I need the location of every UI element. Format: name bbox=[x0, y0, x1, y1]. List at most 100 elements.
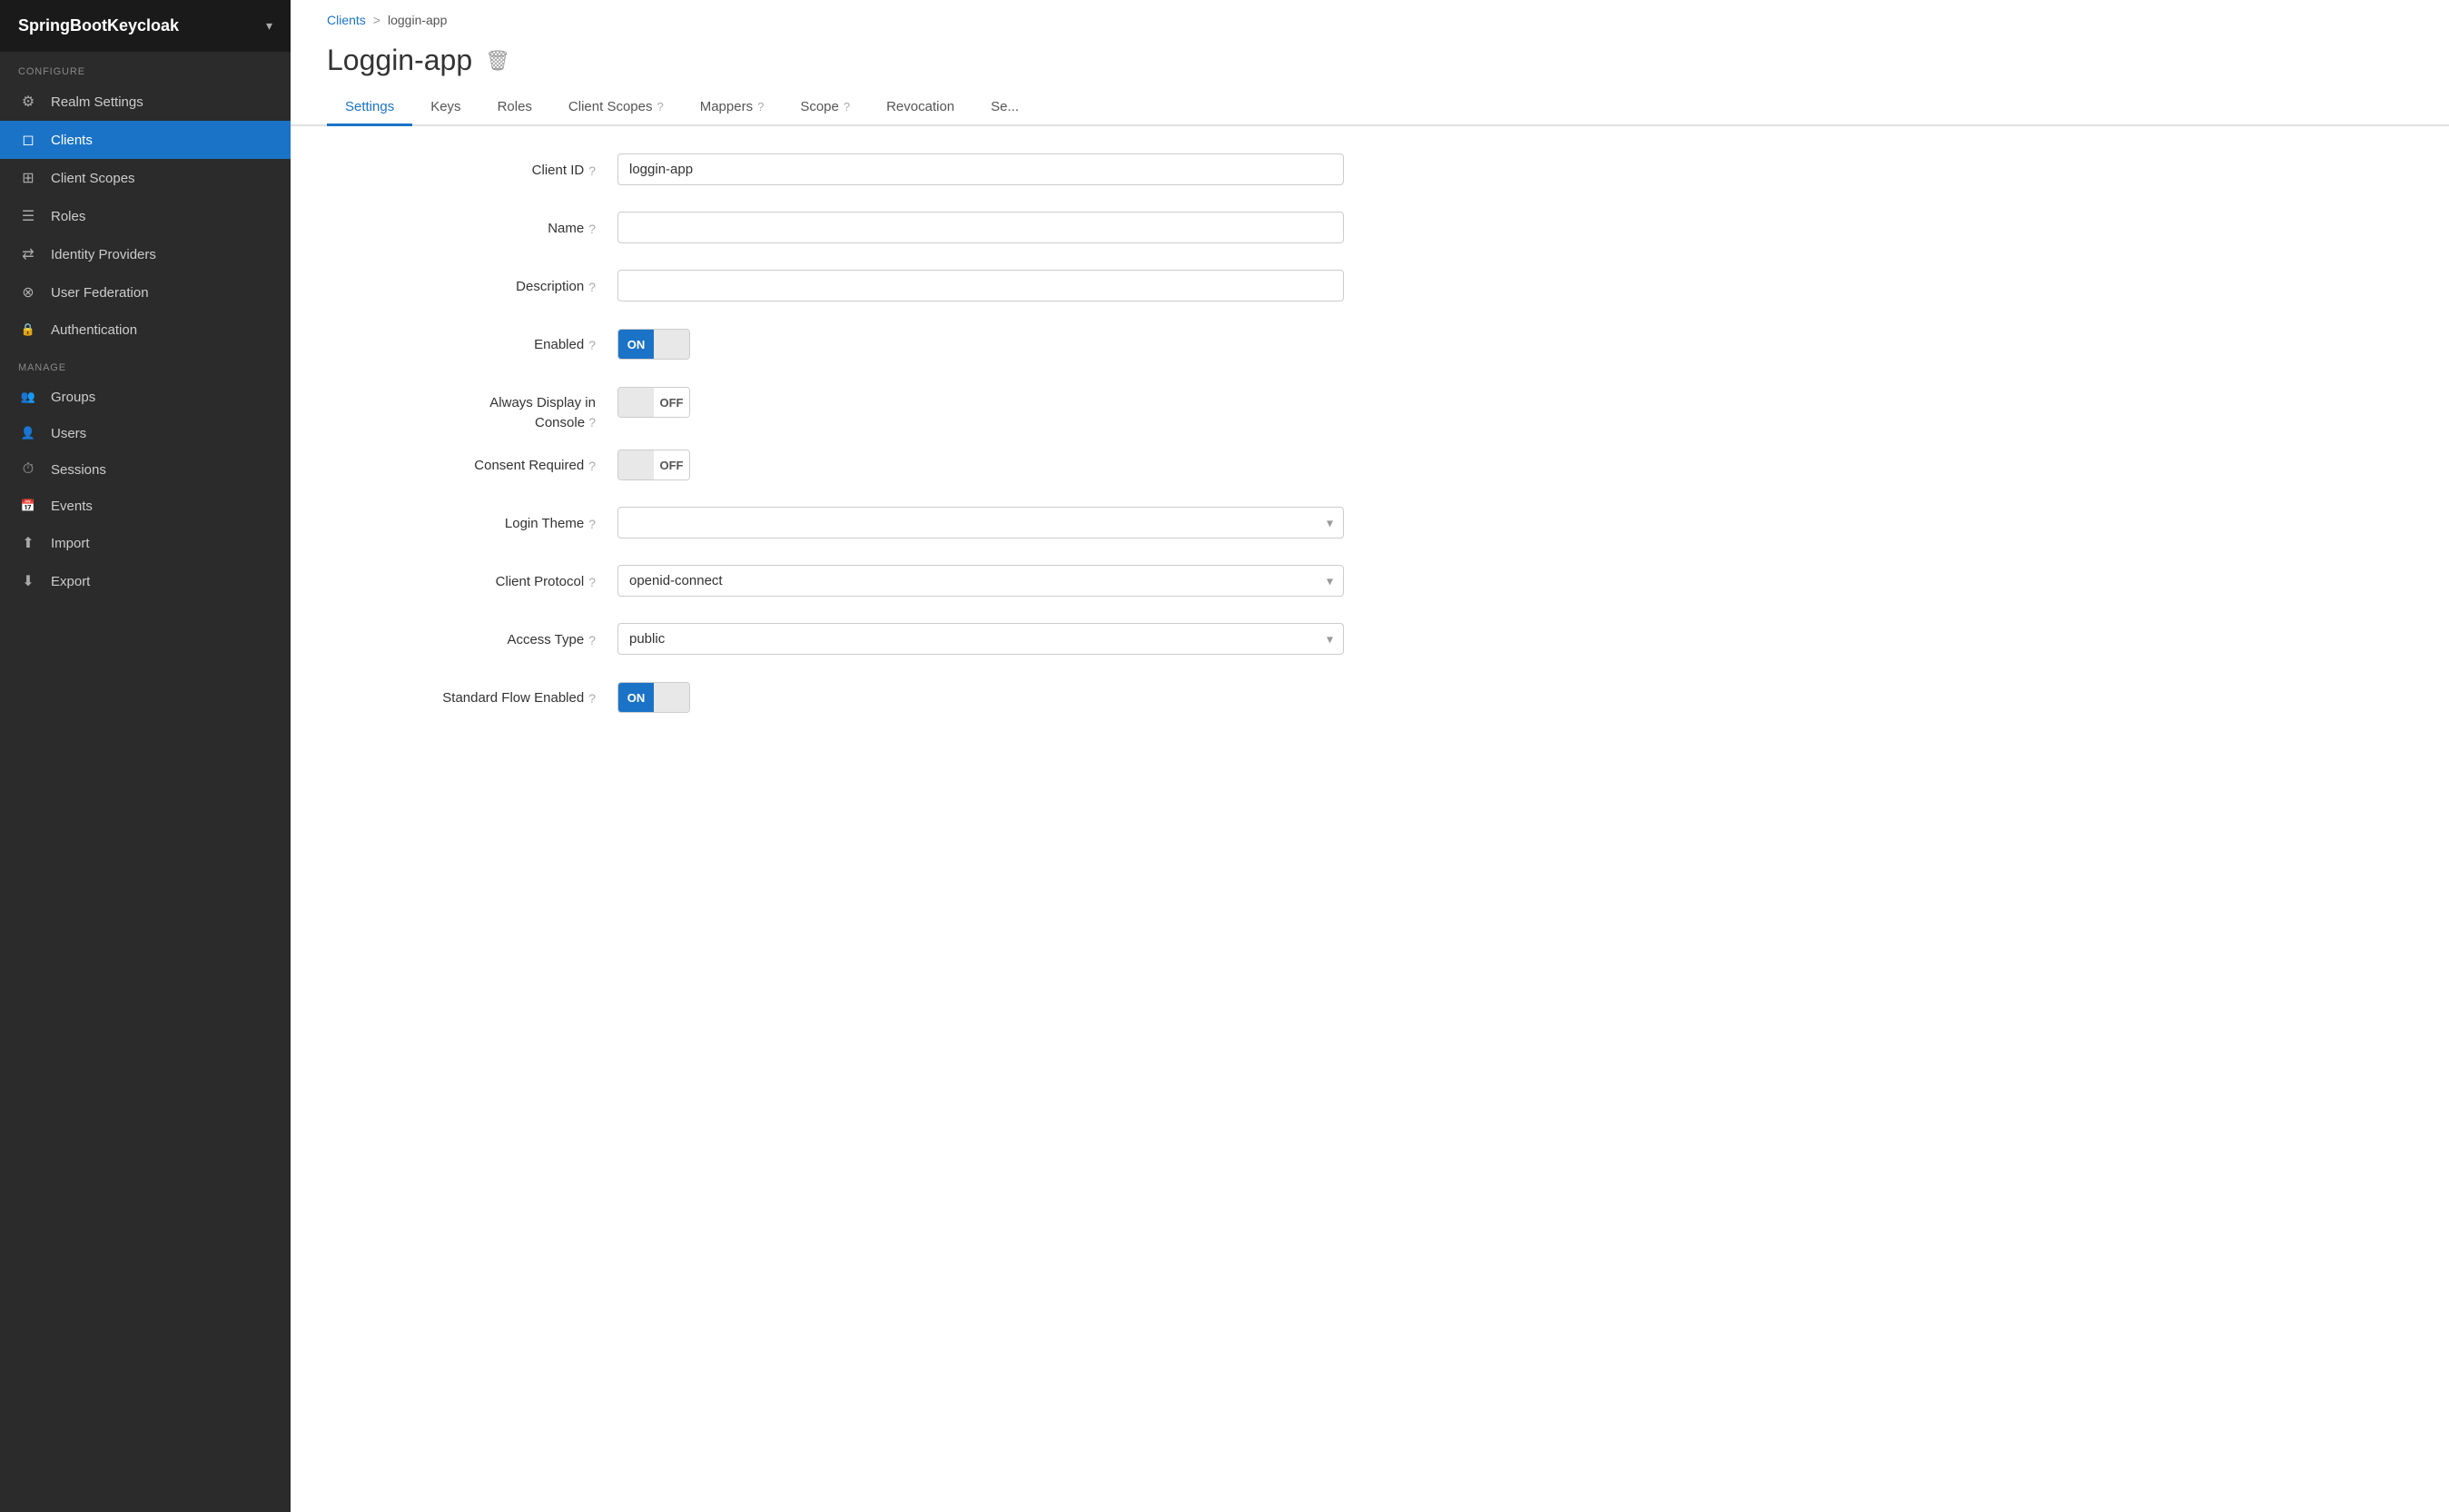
sidebar-item-client-scopes[interactable]: Client Scopes bbox=[0, 159, 291, 197]
always-display-in-console-toggle-switch[interactable]: OFF bbox=[617, 387, 690, 418]
enabled-toggle[interactable]: ON bbox=[617, 328, 1344, 361]
label-text: Client Protocol bbox=[496, 574, 585, 589]
sidebar-item-export[interactable]: Export bbox=[0, 562, 291, 600]
toggle-off-label bbox=[654, 330, 689, 359]
help-icon[interactable]: ? bbox=[588, 338, 596, 352]
form-control-enabled: ON bbox=[617, 328, 1344, 361]
events-icon bbox=[18, 498, 38, 514]
tab-roles[interactable]: Roles bbox=[479, 90, 550, 126]
form-label-always-display-in-console: Always Display in Console ? bbox=[327, 386, 617, 430]
sidebar-item-events[interactable]: Events bbox=[0, 488, 291, 524]
form-control-always-display-in-console: OFF bbox=[617, 386, 1344, 419]
access-type-select-wrap: publicconfidentialbearer-only▾ bbox=[617, 623, 1344, 655]
login-theme-select[interactable]: keycloakbase bbox=[617, 507, 1344, 539]
tab-help-icon: ? bbox=[657, 100, 663, 114]
toggle-on-label bbox=[618, 388, 654, 417]
sidebar-item-identity-providers[interactable]: Identity Providers bbox=[0, 235, 291, 273]
sidebar-item-sessions[interactable]: Sessions bbox=[0, 451, 291, 488]
tab-client-scopes[interactable]: Client Scopes? bbox=[550, 90, 682, 126]
sidebar-item-authentication[interactable]: Authentication bbox=[0, 311, 291, 348]
sidebar-item-label: Users bbox=[51, 426, 86, 441]
form-row-enabled: Enabled ? ON bbox=[327, 328, 1344, 368]
sidebar-item-roles[interactable]: Roles bbox=[0, 197, 291, 235]
sidebar-item-user-federation[interactable]: User Federation bbox=[0, 273, 291, 311]
access-type-select[interactable]: publicconfidentialbearer-only bbox=[617, 623, 1344, 655]
form-row-description: Description ? bbox=[327, 270, 1344, 310]
form-control-client-id bbox=[617, 153, 1344, 185]
breadcrumb-parent[interactable]: Clients bbox=[327, 13, 366, 27]
realm-chevron-icon: ▾ bbox=[266, 18, 272, 34]
authentication-icon bbox=[18, 321, 38, 338]
form-label-enabled: Enabled ? bbox=[327, 328, 617, 352]
tab-sessions[interactable]: Se... bbox=[973, 90, 1037, 126]
login-theme-select-wrap: keycloakbase▾ bbox=[617, 507, 1344, 539]
sidebar-item-realm-settings[interactable]: Realm Settings bbox=[0, 83, 291, 121]
help-icon[interactable]: ? bbox=[588, 633, 596, 647]
tab-label: Scope bbox=[800, 99, 839, 114]
client-scopes-icon bbox=[18, 169, 38, 187]
tab-label: Revocation bbox=[886, 99, 954, 114]
toggle-off-label bbox=[654, 683, 689, 712]
sidebar-item-clients[interactable]: Clients bbox=[0, 121, 291, 159]
tab-label: Mappers bbox=[700, 99, 753, 114]
description-input[interactable] bbox=[617, 270, 1344, 301]
help-icon[interactable]: ? bbox=[588, 280, 596, 294]
standard-flow-enabled-toggle-switch[interactable]: ON bbox=[617, 682, 690, 713]
name-input[interactable] bbox=[617, 212, 1344, 243]
help-icon[interactable]: ? bbox=[588, 691, 596, 706]
tabs: SettingsKeysRolesClient Scopes?Mappers?S… bbox=[291, 77, 2449, 126]
help-icon[interactable]: ? bbox=[588, 163, 596, 178]
tab-keys[interactable]: Keys bbox=[412, 90, 479, 126]
users-icon bbox=[18, 425, 38, 441]
help-icon[interactable]: ? bbox=[588, 517, 596, 531]
sidebar-item-users[interactable]: Users bbox=[0, 415, 291, 451]
help-icon[interactable]: ? bbox=[588, 459, 596, 473]
label-text: Enabled bbox=[534, 337, 584, 352]
manage-section-label: Manage bbox=[0, 348, 291, 379]
form-label-access-type: Access Type ? bbox=[327, 623, 617, 647]
configure-nav: Realm Settings Clients Client Scopes Rol… bbox=[0, 83, 291, 348]
consent-required-toggle-switch[interactable]: OFF bbox=[617, 450, 690, 480]
form-label-client-protocol: Client Protocol ? bbox=[327, 565, 617, 589]
settings-form: Client ID ?Name ?Description ?Enabled ? … bbox=[291, 126, 1380, 776]
sidebar-item-label: Sessions bbox=[51, 462, 106, 478]
always-display-in-console-toggle[interactable]: OFF bbox=[617, 386, 1344, 419]
label-text: Consent Required bbox=[474, 458, 584, 473]
form-label-login-theme: Login Theme ? bbox=[327, 507, 617, 531]
client-id-input[interactable] bbox=[617, 153, 1344, 185]
tab-settings[interactable]: Settings bbox=[327, 90, 412, 126]
label-text: Client ID bbox=[532, 163, 585, 178]
enabled-toggle-switch[interactable]: ON bbox=[617, 329, 690, 360]
sessions-icon bbox=[18, 461, 38, 478]
tab-mappers[interactable]: Mappers? bbox=[682, 90, 783, 126]
identity-providers-icon bbox=[18, 245, 38, 263]
sidebar-item-groups[interactable]: Groups bbox=[0, 379, 291, 415]
realm-selector[interactable]: SpringBootKeycloak ▾ bbox=[0, 0, 291, 52]
delete-icon[interactable]: 🗑 bbox=[485, 49, 510, 73]
form-row-always-display-in-console: Always Display in Console ? OFF bbox=[327, 386, 1344, 430]
main-content: Clients > loggin-app Loggin-app 🗑 Settin… bbox=[291, 0, 2449, 1512]
sidebar: SpringBootKeycloak ▾ Configure Realm Set… bbox=[0, 0, 291, 1512]
toggle-off-label: OFF bbox=[654, 450, 689, 479]
help-icon[interactable]: ? bbox=[588, 222, 596, 236]
sidebar-item-label: Client Scopes bbox=[51, 171, 135, 186]
form-row-consent-required: Consent Required ? OFF bbox=[327, 449, 1344, 489]
form-label-client-id: Client ID ? bbox=[327, 153, 617, 178]
consent-required-toggle[interactable]: OFF bbox=[617, 449, 1344, 481]
tab-revocation[interactable]: Revocation bbox=[868, 90, 973, 126]
sidebar-item-label: Groups bbox=[51, 390, 95, 405]
tab-scope[interactable]: Scope? bbox=[782, 90, 868, 126]
help-icon[interactable]: ? bbox=[588, 575, 596, 589]
label-text: Standard Flow Enabled bbox=[442, 690, 584, 706]
sidebar-item-label: Identity Providers bbox=[51, 247, 156, 262]
form-row-standard-flow-enabled: Standard Flow Enabled ? ON bbox=[327, 681, 1344, 721]
client-protocol-select-wrap: openid-connectsaml▾ bbox=[617, 565, 1344, 597]
realm-name: SpringBootKeycloak bbox=[18, 16, 179, 35]
standard-flow-enabled-toggle[interactable]: ON bbox=[617, 681, 1344, 714]
sidebar-item-import[interactable]: Import bbox=[0, 524, 291, 562]
breadcrumb: Clients > loggin-app bbox=[291, 0, 2449, 27]
form-control-consent-required: OFF bbox=[617, 449, 1344, 481]
help-icon[interactable]: ? bbox=[588, 415, 596, 430]
toggle-off-label: OFF bbox=[654, 388, 689, 417]
client-protocol-select[interactable]: openid-connectsaml bbox=[617, 565, 1344, 597]
